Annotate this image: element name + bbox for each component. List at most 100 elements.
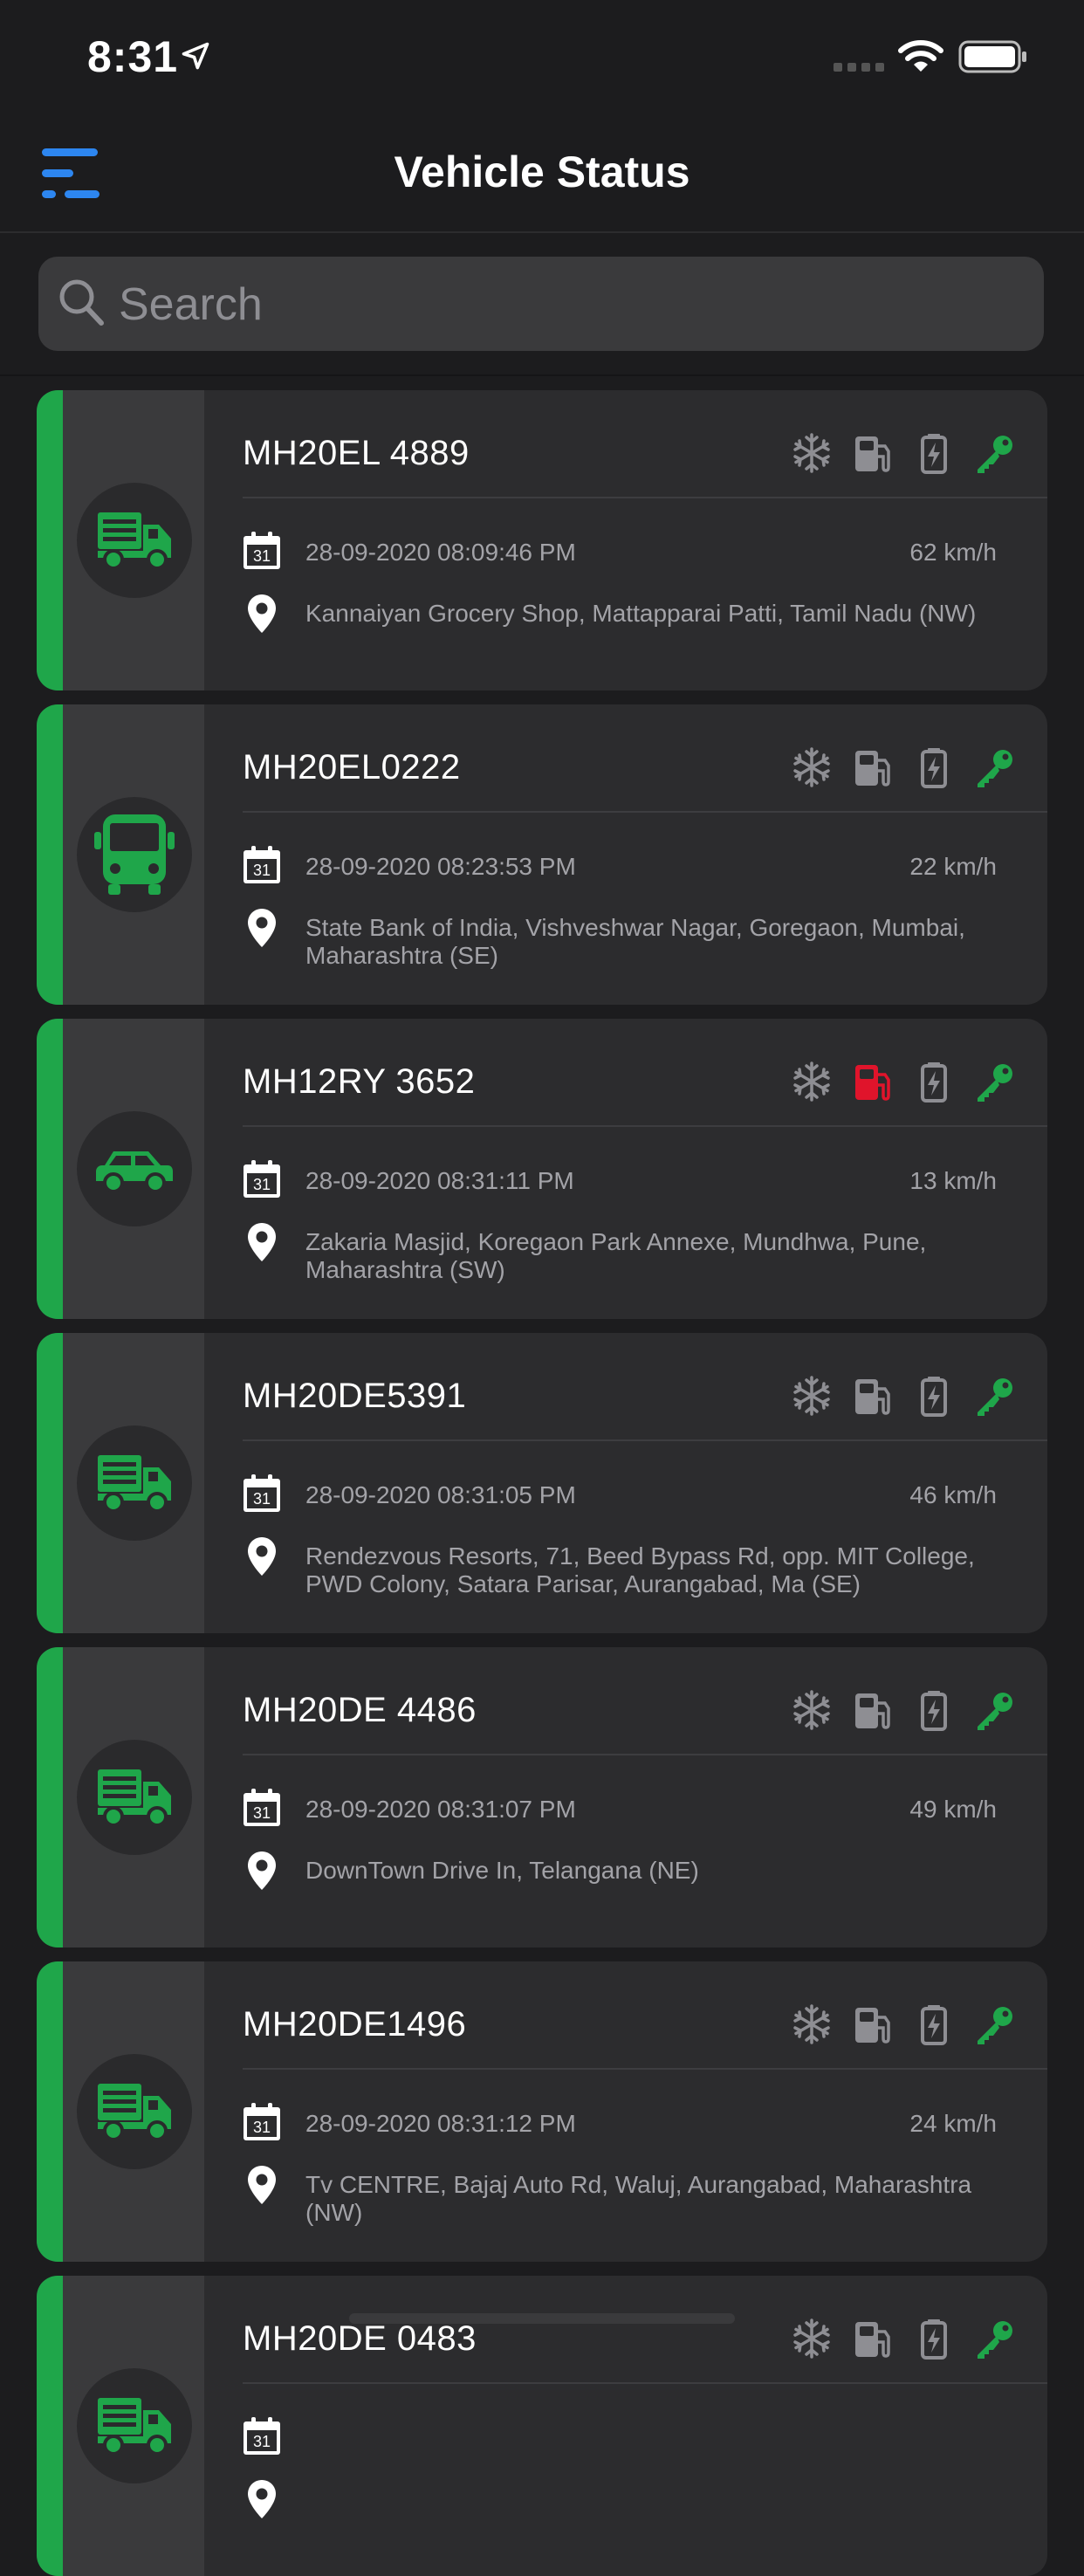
vehicle-plate: MH20DE1496: [243, 2005, 467, 2044]
vehicle-speed: 22 km/h: [909, 853, 997, 880]
vehicle-status-icons: [791, 1375, 1016, 1417]
status-stripe: [37, 1333, 63, 1633]
vehicle-card[interactable]: MH20EL 4889 31 28-09-2020 08:09:46 PM 62 km…: [37, 390, 1047, 690]
vehicle-status-icons: [791, 1689, 1016, 1731]
calendar-icon: 31: [241, 1787, 283, 1833]
ac-snowflake-icon: [791, 746, 833, 788]
vehicle-speed: 13 km/h: [909, 1167, 997, 1194]
svg-text:31: 31: [253, 1490, 271, 1508]
fuel-icon: [852, 2318, 894, 2360]
car-icon: [77, 1111, 192, 1226]
vehicle-card[interactable]: MH20DE5391 31 28-09-2020 08:31:05 PM 46 km/…: [37, 1333, 1047, 1633]
status-stripe: [37, 390, 63, 690]
fuel-icon: [852, 432, 894, 474]
vehicle-speed: 49 km/h: [909, 1796, 997, 1823]
vehicle-plate: MH20DE 0483: [243, 2319, 477, 2358]
vehicle-address: Tv CENTRE, Bajaj Auto Rd, Waluj, Auranga…: [305, 2171, 972, 2226]
card-divider: [243, 2382, 1047, 2384]
search-box[interactable]: [38, 257, 1044, 353]
card-divider: [243, 811, 1047, 813]
svg-text:31: 31: [253, 2119, 271, 2136]
search-bar: [0, 233, 1084, 376]
vehicle-status-icons: [791, 432, 1016, 474]
location-pin-icon: [246, 593, 278, 639]
location-pin-icon: [246, 1221, 278, 1267]
battery-icon: [913, 432, 955, 474]
vehicle-status-icons: [791, 746, 1016, 788]
vehicle-plate: MH20DE5391: [243, 1377, 467, 1415]
status-time: 8:31: [87, 32, 179, 81]
last-update-date: 28-09-2020 08:31:05 PM: [305, 1481, 576, 1508]
vehicle-status-icons: [791, 1061, 1016, 1103]
vehicle-address: Rendezvous Resorts, 71, Beed Bypass Rd, …: [305, 1542, 975, 1597]
truck-icon: [77, 1740, 192, 1855]
status-stripe: [37, 1961, 63, 2262]
svg-text:31: 31: [253, 2433, 271, 2450]
truck-icon: [77, 1425, 192, 1541]
last-update-date: 28-09-2020 08:09:46 PM: [305, 539, 576, 566]
ac-snowflake-icon: [791, 1375, 833, 1417]
ac-snowflake-icon: [791, 2003, 833, 2045]
battery-icon: [913, 746, 955, 788]
card-divider: [243, 1754, 1047, 1755]
ac-snowflake-icon: [791, 1689, 833, 1731]
battery-icon: [913, 2003, 955, 2045]
location-pin-icon: [246, 2478, 278, 2524]
navigation-bar: Vehicle Status: [0, 113, 1084, 233]
vehicle-type-panel: [63, 1333, 204, 1633]
status-stripe: [37, 1647, 63, 1947]
home-indicator[interactable]: [349, 2313, 735, 2324]
vehicle-card[interactable]: MH20DE 4486 31 28-09-2020 08:31:07 PM 49 km…: [37, 1647, 1047, 1947]
fuel-icon: [852, 746, 894, 788]
vehicle-plate: MH20DE 4486: [243, 1691, 477, 1729]
page-title: Vehicle Status: [394, 148, 690, 196]
last-update-date: 28-09-2020 08:23:53 PM: [305, 853, 576, 880]
search-icon: [59, 279, 104, 326]
battery-icon: [958, 40, 1026, 73]
ac-snowflake-icon: [791, 432, 833, 474]
location-pin-icon: [246, 907, 278, 953]
status-bar: 8:31: [0, 0, 1084, 113]
bus-icon: [77, 797, 192, 912]
vehicle-type-panel: [63, 2276, 204, 2576]
vehicle-speed: 62 km/h: [909, 539, 997, 566]
svg-text:31: 31: [253, 1176, 271, 1193]
location-arrow-icon: [182, 42, 209, 70]
vehicle-plate: MH20EL0222: [243, 748, 461, 787]
vehicle-type-panel: [63, 1019, 204, 1319]
ac-snowflake-icon: [791, 1061, 833, 1103]
fuel-icon: [852, 1689, 894, 1731]
status-stripe: [37, 704, 63, 1005]
battery-icon: [913, 1061, 955, 1103]
svg-text:31: 31: [253, 862, 271, 879]
ignition-key-icon: [974, 1689, 1016, 1731]
svg-text:31: 31: [253, 547, 271, 565]
wifi-icon: [898, 40, 943, 72]
last-update-date: 28-09-2020 08:31:07 PM: [305, 1796, 576, 1823]
vehicle-card[interactable]: MH20DE1496 31 28-09-2020 08:31:12 PM 24 km/…: [37, 1961, 1047, 2262]
vehicle-address: Zakaria Masjid, Koregaon Park Annexe, Mu…: [305, 1228, 927, 1283]
vehicle-address: State Bank of India, Vishveshwar Nagar, …: [305, 914, 965, 969]
last-update-date: 28-09-2020 08:31:11 PM: [305, 1167, 574, 1194]
vehicle-speed: 24 km/h: [909, 2110, 997, 2137]
truck-icon: [77, 2368, 192, 2483]
ignition-key-icon: [974, 2003, 1016, 2045]
svg-text:31: 31: [253, 1804, 271, 1822]
ignition-key-icon: [974, 432, 1016, 474]
battery-icon: [913, 1689, 955, 1731]
truck-icon: [77, 483, 192, 598]
location-pin-icon: [246, 2164, 278, 2210]
calendar-icon: 31: [241, 2101, 283, 2147]
vehicle-card[interactable]: MH20EL0222 31 28-09-2020 08:23:53 PM 22 km/…: [37, 704, 1047, 1005]
location-pin-icon: [246, 1535, 278, 1582]
ac-snowflake-icon: [791, 2318, 833, 2360]
vehicle-address: DownTown Drive In, Telangana (NE): [305, 1857, 699, 1884]
calendar-icon: 31: [241, 1473, 283, 1519]
vehicle-speed: 46 km/h: [909, 1481, 997, 1508]
card-divider: [243, 497, 1047, 498]
ignition-key-icon: [974, 1061, 1016, 1103]
vehicle-card[interactable]: MH12RY 3652 31 28-09-2020 08:31:11 PM 13 km…: [37, 1019, 1047, 1319]
fuel-icon: [852, 1375, 894, 1417]
ignition-key-icon: [974, 746, 1016, 788]
search-input[interactable]: [117, 257, 1028, 353]
